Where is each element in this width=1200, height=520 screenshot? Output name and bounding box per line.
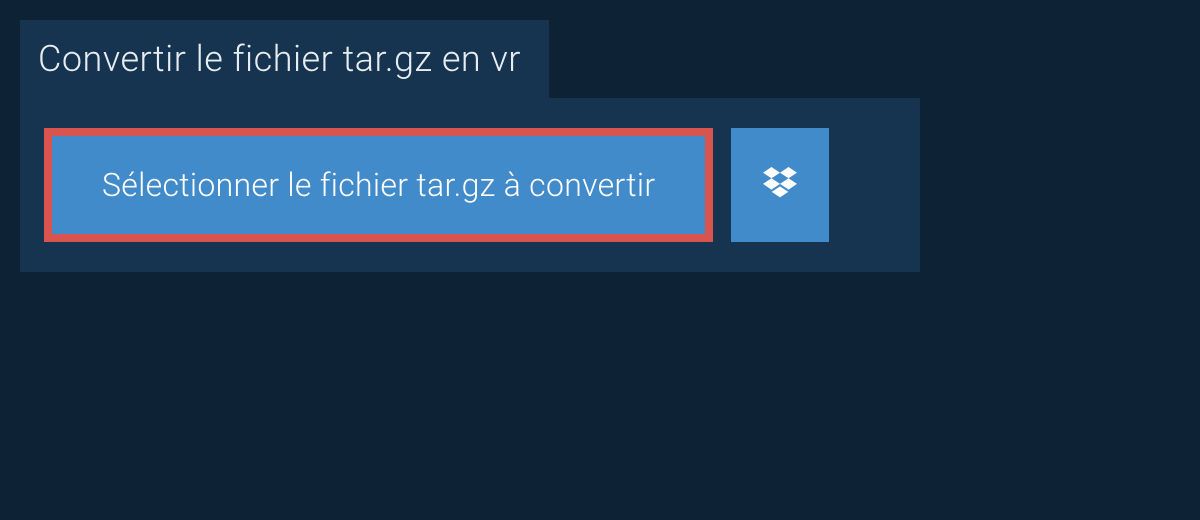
button-row: Sélectionner le fichier tar.gz à convert… [44, 128, 896, 242]
dropbox-button[interactable] [731, 128, 829, 242]
converter-panel: Convertir le fichier tar.gz en vr Sélect… [20, 20, 920, 272]
panel-title: Convertir le fichier tar.gz en vr [20, 20, 549, 98]
tab-filler [549, 20, 920, 98]
select-file-button[interactable]: Sélectionner le fichier tar.gz à convert… [44, 128, 713, 242]
dropbox-icon [760, 165, 800, 205]
panel-content: Sélectionner le fichier tar.gz à convert… [20, 98, 920, 272]
tab-header-row: Convertir le fichier tar.gz en vr [20, 20, 920, 98]
